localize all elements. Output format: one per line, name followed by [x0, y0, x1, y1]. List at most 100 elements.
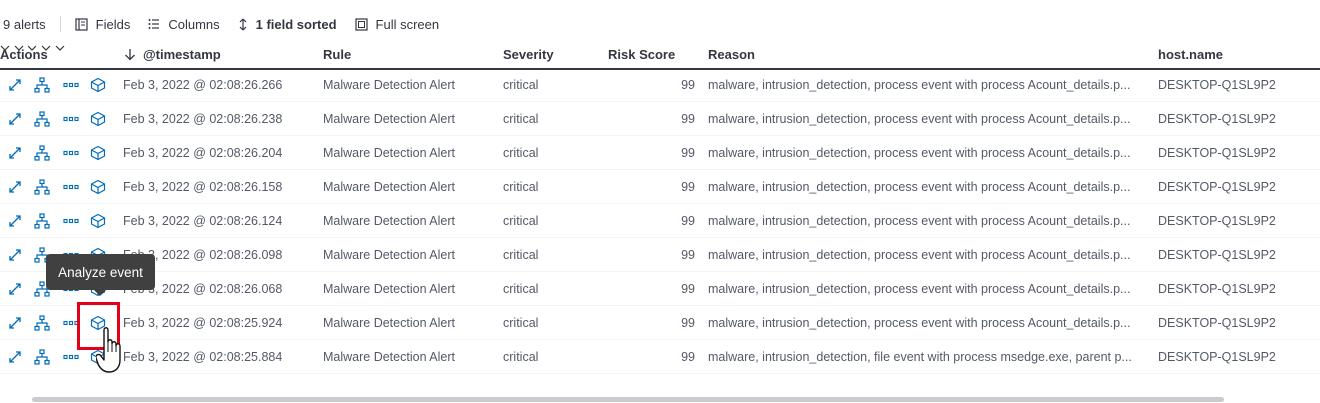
cell-severity[interactable]: critical: [503, 204, 598, 238]
expand-icon[interactable]: [6, 178, 24, 196]
expand-icon[interactable]: [6, 110, 24, 128]
more-icon[interactable]: [62, 76, 80, 94]
more-icon[interactable]: [62, 178, 80, 196]
cell-timestamp[interactable]: Feb 3, 2022 @ 02:08:25.924: [123, 306, 313, 340]
cell-timestamp[interactable]: Feb 3, 2022 @ 02:08:26.266: [123, 68, 313, 102]
cell-severity[interactable]: critical: [503, 306, 598, 340]
cell-severity[interactable]: critical: [503, 272, 598, 306]
cell-host-name[interactable]: DESKTOP-Q1SL9P2: [1158, 136, 1318, 170]
cell-timestamp[interactable]: Feb 3, 2022 @ 02:08:25.884: [123, 340, 313, 374]
expand-icon[interactable]: [6, 348, 24, 366]
chevron-down-icon[interactable]: [55, 44, 65, 52]
expand-icon[interactable]: [6, 212, 24, 230]
column-header-risk-score[interactable]: Risk Score: [608, 40, 675, 68]
fields-label: Fields: [95, 16, 131, 32]
column-header-timestamp[interactable]: @timestamp: [124, 40, 221, 68]
cell-risk-score[interactable]: 99: [608, 306, 695, 340]
cell-host-name[interactable]: DESKTOP-Q1SL9P2: [1158, 272, 1318, 306]
analyze-event-icon[interactable]: [89, 212, 107, 230]
cell-reason[interactable]: malware, intrusion_detection, process ev…: [708, 238, 1148, 272]
cell-risk-score[interactable]: 99: [608, 136, 695, 170]
cell-severity[interactable]: critical: [503, 102, 598, 136]
cell-host-name[interactable]: DESKTOP-Q1SL9P2: [1158, 306, 1318, 340]
more-icon[interactable]: [62, 110, 80, 128]
cell-host-name[interactable]: DESKTOP-Q1SL9P2: [1158, 170, 1318, 204]
column-header-severity[interactable]: Severity: [503, 40, 554, 68]
expand-icon[interactable]: [6, 280, 24, 298]
analyze-event-icon[interactable]: [89, 110, 107, 128]
cell-severity[interactable]: critical: [503, 340, 598, 374]
cell-host-name[interactable]: DESKTOP-Q1SL9P2: [1158, 340, 1318, 374]
cell-reason[interactable]: malware, intrusion_detection, process ev…: [708, 68, 1148, 102]
cell-host-name[interactable]: DESKTOP-Q1SL9P2: [1158, 102, 1318, 136]
cell-reason[interactable]: malware, intrusion_detection, process ev…: [708, 102, 1148, 136]
expand-icon[interactable]: [6, 144, 24, 162]
timeline-icon[interactable]: [33, 76, 51, 94]
columns-label: Columns: [168, 16, 220, 32]
cell-rule[interactable]: Malware Detection Alert: [323, 102, 493, 136]
column-header-host-name[interactable]: host.name: [1158, 40, 1223, 68]
table-row: Feb 3, 2022 @ 02:08:26.266 Malware Detec…: [0, 68, 1320, 102]
more-icon[interactable]: [62, 144, 80, 162]
expand-icon[interactable]: [6, 246, 24, 264]
cell-risk-score[interactable]: 99: [608, 272, 695, 306]
columns-button[interactable]: Columns: [148, 16, 220, 32]
alert-count: 9 alerts: [3, 16, 46, 32]
cell-risk-score[interactable]: 99: [608, 102, 695, 136]
cell-timestamp[interactable]: Feb 3, 2022 @ 02:08:26.158: [123, 170, 313, 204]
timeline-icon[interactable]: [33, 178, 51, 196]
cell-severity[interactable]: critical: [503, 68, 598, 102]
cell-timestamp[interactable]: Feb 3, 2022 @ 02:08:26.124: [123, 204, 313, 238]
cell-rule[interactable]: Malware Detection Alert: [323, 204, 493, 238]
analyze-event-icon[interactable]: [89, 144, 107, 162]
cell-severity[interactable]: critical: [503, 136, 598, 170]
cell-host-name[interactable]: DESKTOP-Q1SL9P2: [1158, 204, 1318, 238]
cell-reason[interactable]: malware, intrusion_detection, process ev…: [708, 272, 1148, 306]
cell-rule[interactable]: Malware Detection Alert: [323, 272, 493, 306]
fullscreen-button[interactable]: Full screen: [354, 17, 439, 32]
cell-risk-score[interactable]: 99: [608, 170, 695, 204]
cell-severity[interactable]: critical: [503, 170, 598, 204]
column-header-rule[interactable]: Rule: [323, 40, 351, 68]
timeline-icon[interactable]: [33, 314, 51, 332]
cell-reason[interactable]: malware, intrusion_detection, process ev…: [708, 170, 1148, 204]
cell-host-name[interactable]: DESKTOP-Q1SL9P2: [1158, 238, 1318, 272]
more-icon[interactable]: [62, 348, 80, 366]
timeline-icon[interactable]: [33, 110, 51, 128]
cell-rule[interactable]: Malware Detection Alert: [323, 306, 493, 340]
table-toolbar: 9 alerts Fields Columns 1 field sorted F…: [0, 12, 457, 36]
cell-risk-score[interactable]: 99: [608, 204, 695, 238]
cell-rule[interactable]: Malware Detection Alert: [323, 170, 493, 204]
cell-risk-score[interactable]: 99: [608, 238, 695, 272]
more-icon[interactable]: [62, 212, 80, 230]
cell-risk-score[interactable]: 99: [608, 340, 695, 374]
table-row: Feb 3, 2022 @ 02:08:26.238 Malware Detec…: [0, 102, 1320, 136]
cell-timestamp[interactable]: Feb 3, 2022 @ 02:08:26.238: [123, 102, 313, 136]
cell-reason[interactable]: malware, intrusion_detection, process ev…: [708, 136, 1148, 170]
cell-rule[interactable]: Malware Detection Alert: [323, 340, 493, 374]
cell-host-name[interactable]: DESKTOP-Q1SL9P2: [1158, 68, 1318, 102]
table-header: Actions @timestamp Rule Severity Risk Sc…: [0, 40, 1320, 70]
analyze-event-icon[interactable]: [89, 76, 107, 94]
expand-icon[interactable]: [6, 76, 24, 94]
horizontal-scrollbar[interactable]: [32, 397, 1224, 402]
cell-timestamp[interactable]: Feb 3, 2022 @ 02:08:26.204: [123, 136, 313, 170]
column-header-label: Reason: [708, 46, 755, 62]
timeline-icon[interactable]: [33, 144, 51, 162]
cell-reason[interactable]: malware, intrusion_detection, file event…: [708, 340, 1148, 374]
cell-rule[interactable]: Malware Detection Alert: [323, 68, 493, 102]
cell-risk-score[interactable]: 99: [608, 68, 695, 102]
sort-button[interactable]: 1 field sorted: [238, 17, 337, 32]
timeline-icon[interactable]: [33, 348, 51, 366]
cell-reason[interactable]: malware, intrusion_detection, process ev…: [708, 204, 1148, 238]
cell-rule[interactable]: Malware Detection Alert: [323, 136, 493, 170]
expand-icon[interactable]: [6, 314, 24, 332]
column-header-reason[interactable]: Reason: [708, 40, 755, 68]
fields-button[interactable]: Fields: [75, 16, 131, 32]
cell-reason[interactable]: malware, intrusion_detection, process ev…: [708, 306, 1148, 340]
analyze-event-icon[interactable]: [89, 178, 107, 196]
cell-severity[interactable]: critical: [503, 238, 598, 272]
cell-rule[interactable]: Malware Detection Alert: [323, 238, 493, 272]
fullscreen-icon: [354, 17, 368, 31]
timeline-icon[interactable]: [33, 212, 51, 230]
